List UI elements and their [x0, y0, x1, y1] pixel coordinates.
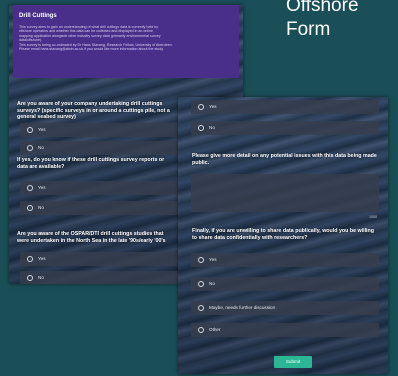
form-header: Drill Cuttings This survey aims to gain …	[13, 5, 239, 78]
radio-circle-icon[interactable]	[27, 126, 33, 133]
radio-circle-icon[interactable]	[198, 124, 204, 131]
radio-circle-icon[interactable]	[27, 274, 33, 281]
option-no[interactable]: No	[191, 121, 379, 135]
radio-circle-icon[interactable]	[198, 304, 204, 311]
detail-textarea[interactable]	[191, 174, 379, 212]
description-line: Please email hans.stavang@abdn.ac.uk if …	[19, 47, 164, 52]
slide-title: Offshore Form	[286, 0, 398, 42]
option-yes[interactable]: Yes	[20, 123, 180, 137]
question-company-surveys: Are you aware of your company undertakin…	[17, 101, 170, 121]
question-ospar-studies: Are you aware of the OSPAR/DTI drill cut…	[17, 231, 166, 244]
question-data-issues: Please give more detail on any potential…	[192, 153, 377, 166]
option-no[interactable]: No	[20, 201, 180, 215]
option-label: Maybe, needs further discussion	[209, 304, 276, 310]
radio-circle-icon[interactable]	[198, 326, 204, 333]
option-label: No	[209, 124, 215, 130]
form-screenshot-right: Yes No Please give more detail on any po…	[178, 97, 388, 374]
option-label: Yes	[38, 126, 46, 132]
option-yes[interactable]: Yes	[191, 100, 379, 114]
option-no[interactable]: No	[191, 277, 379, 291]
character-counter: 1000	[369, 215, 377, 219]
radio-circle-icon[interactable]	[198, 103, 204, 110]
radio-circle-icon[interactable]	[27, 255, 33, 262]
form-title: Drill Cuttings	[19, 13, 57, 19]
option-yes[interactable]: Yes	[20, 252, 180, 266]
radio-circle-icon[interactable]	[27, 204, 33, 211]
radio-circle-icon[interactable]	[198, 256, 204, 263]
radio-circle-icon[interactable]	[198, 280, 204, 287]
option-label: Yes	[209, 256, 217, 262]
option-no[interactable]: No	[20, 141, 180, 155]
option-label: Yes	[38, 184, 46, 190]
option-other[interactable]: Other	[191, 323, 379, 337]
radio-circle-icon[interactable]	[27, 184, 33, 191]
option-label: No	[38, 274, 44, 280]
form-description: This survey aims to gain an understandin…	[19, 25, 233, 51]
radio-circle-icon[interactable]	[27, 144, 33, 151]
submit-button[interactable]: Submit	[274, 356, 312, 368]
option-maybe[interactable]: Maybe, needs further discussion	[191, 301, 379, 315]
slide-title-line: Offshore Form	[286, 0, 359, 40]
option-yes[interactable]: Yes	[191, 253, 379, 267]
question-share-confidentially: Finally, if you are unwilling to share d…	[192, 228, 374, 241]
question-reports-available: If yes, do you know if these drill cutti…	[17, 157, 165, 170]
option-no[interactable]: No	[20, 271, 180, 284]
option-label: Yes	[209, 103, 217, 109]
option-label: No	[38, 204, 44, 210]
option-label: No	[38, 144, 44, 150]
option-yes[interactable]: Yes	[20, 181, 180, 195]
option-label: No	[209, 280, 215, 286]
option-label: Yes	[38, 255, 46, 261]
option-label: Other	[209, 326, 221, 332]
